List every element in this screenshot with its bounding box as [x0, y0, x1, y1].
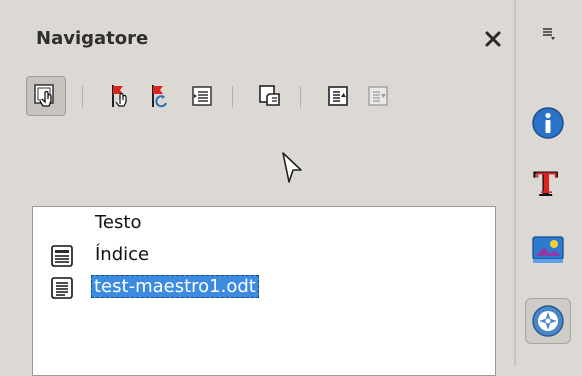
tree-item-index[interactable]: Índice [33, 241, 493, 271]
toggle-master-view-icon [34, 84, 54, 107]
index-icon [51, 245, 73, 267]
move-down-button[interactable] [362, 80, 394, 112]
sidebar-properties-button[interactable] [525, 100, 571, 146]
close-icon[interactable] [483, 29, 503, 49]
tree-item-label: test-maestro1.odt [91, 275, 259, 298]
properties-icon [532, 107, 564, 139]
toolbar-separator [232, 86, 233, 108]
menu-icon [543, 28, 555, 40]
save-contents-button[interactable] [254, 80, 286, 112]
save-contents-icon [259, 85, 280, 106]
edit-navigation-button[interactable] [104, 80, 136, 112]
tree-item-label: Testo [95, 212, 142, 233]
toggle-master-view-button[interactable] [26, 76, 66, 116]
tree-item-label: Índice [95, 244, 150, 265]
gallery-icon [532, 236, 564, 263]
tree-item-file[interactable]: test-maestro1.odt [33, 273, 493, 303]
sidebar-styles-button[interactable]: T T [525, 160, 571, 206]
sidebar-gallery-button[interactable] [525, 226, 571, 272]
tree-item-text[interactable]: Testo [33, 209, 493, 239]
move-up-icon [328, 86, 348, 106]
mouse-pointer-icon [280, 151, 306, 185]
update-button[interactable] [144, 80, 176, 112]
edit-navigation-icon [112, 85, 127, 107]
navigator-toolbar [26, 76, 496, 120]
navigator-icon [532, 305, 564, 337]
styles-icon: T T [533, 165, 558, 201]
sidebar-deck: T T [516, 0, 582, 366]
toolbar-separator [300, 86, 301, 108]
toolbar-separator [82, 86, 83, 108]
move-down-icon [368, 86, 388, 106]
svg-text:T: T [536, 167, 557, 200]
navigator-tree[interactable]: Testo Índice test-maestro1.odt [32, 206, 496, 376]
sidebar-menu-button[interactable] [525, 16, 571, 50]
panel-title: Navigatore [36, 28, 149, 49]
update-icon [152, 85, 167, 108]
file-icon [51, 277, 73, 299]
move-up-button[interactable] [322, 80, 354, 112]
sidebar-navigator-button[interactable] [525, 298, 571, 344]
insert-icon [192, 86, 212, 106]
navigator-panel: Navigatore Testo Índice test-maestro1.od… [0, 0, 514, 376]
insert-button[interactable] [186, 80, 218, 112]
